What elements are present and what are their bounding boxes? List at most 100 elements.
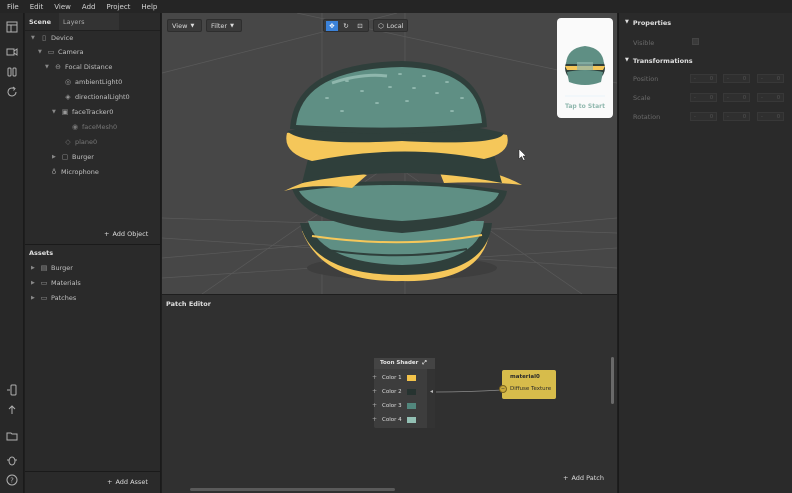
scene-viewport[interactable]: View ▼ Filter ▼ ✥ ↻ ⊡ ⬡ Local Tap to Sta… <box>162 13 617 294</box>
chevron-right-icon[interactable]: ▶ <box>31 265 37 271</box>
tree-item-facemesh0[interactable]: ◉ faceMesh0 <box>62 120 117 134</box>
menu-project[interactable]: Project <box>106 3 130 11</box>
tree-item-burger[interactable]: ▶ ▢ Burger <box>52 150 94 164</box>
tree-item-focal-distance[interactable]: ▼ ⊖ Focal Distance <box>45 60 112 74</box>
chevron-right-icon[interactable]: ▶ <box>31 280 37 286</box>
properties-header[interactable]: ▼ Properties <box>625 19 671 27</box>
layout-icon[interactable] <box>6 21 18 33</box>
transformations-title: Transformations <box>632 57 693 65</box>
color-2-swatch[interactable] <box>407 388 416 395</box>
svg-text:?: ? <box>10 477 14 485</box>
help-icon[interactable]: ? <box>6 474 18 486</box>
scene-tabs: Scene Layers <box>25 13 160 31</box>
chevron-down-icon: ▼ <box>625 19 629 25</box>
scale-z-input[interactable]: -0 <box>757 93 784 102</box>
mesh-icon: ◉ <box>71 123 79 131</box>
tree-item-directionallight0[interactable]: ◈ directionalLight0 <box>55 90 129 104</box>
move-tool-icon[interactable]: ✥ <box>326 20 338 31</box>
tree-item-ambientlight0[interactable]: ◎ ambientLight0 <box>55 75 122 89</box>
asset-item-label: Burger <box>51 264 73 272</box>
color-3-label: Color 3 <box>382 402 402 409</box>
position-x-input[interactable]: -0 <box>690 74 717 83</box>
tree-item-label: Device <box>51 34 74 42</box>
menu-help[interactable]: Help <box>141 3 157 11</box>
input-port[interactable]: + <box>372 403 377 409</box>
device-preview[interactable]: Tap to Start <box>557 18 613 118</box>
tab-scene[interactable]: Scene <box>25 13 55 30</box>
visible-label: Visible <box>633 39 655 47</box>
tree-item-facetracker0[interactable]: ▼ ▣ faceTracker0 <box>52 105 113 119</box>
chevron-down-icon[interactable]: ▼ <box>52 109 58 115</box>
refresh-icon[interactable] <box>6 86 18 98</box>
scale-x-input[interactable]: -0 <box>690 93 717 102</box>
burger-model <box>284 61 522 282</box>
asset-item-materials[interactable]: ▶ ▭ Materials <box>31 276 81 290</box>
rotation-z-input[interactable]: -0 <box>757 112 784 121</box>
local-toggle[interactable]: ⬡ Local <box>373 19 408 32</box>
tree-item-microphone[interactable]: ♁ Microphone <box>41 165 98 179</box>
color-1-input[interactable]: + Color 1 <box>372 372 435 383</box>
expand-icon[interactable]: ⤢ <box>422 360 426 366</box>
scale-y-input[interactable]: -0 <box>723 93 750 102</box>
viewport-canvas[interactable] <box>162 13 617 294</box>
properties-title: Properties <box>632 19 672 27</box>
tree-item-label: faceMesh0 <box>82 123 118 131</box>
toon-shader-node[interactable]: Toon Shader ⤢ + Color 1 + Color 2 + Colo… <box>372 358 435 428</box>
chevron-down-icon[interactable]: ▼ <box>38 49 44 55</box>
menu-file[interactable]: File <box>7 3 19 11</box>
color-2-input[interactable]: + Color 2 <box>372 386 435 397</box>
color-4-swatch[interactable] <box>407 416 416 423</box>
tree-item-label: plane0 <box>75 138 98 146</box>
add-asset-button[interactable]: + Add Asset <box>107 478 148 486</box>
input-port[interactable]: − <box>499 385 507 393</box>
scale-tool-icon[interactable]: ⊡ <box>354 22 366 30</box>
material-node[interactable]: material0 − Diffuse Texture <box>499 370 556 399</box>
menu-edit[interactable]: Edit <box>30 3 44 11</box>
chevron-down-icon[interactable]: ▼ <box>45 64 51 70</box>
menu-view[interactable]: View <box>54 3 71 11</box>
tree-item-plane0[interactable]: ◇ plane0 <box>55 135 97 149</box>
position-z-input[interactable]: -0 <box>757 74 784 83</box>
patch-horizontal-scrollbar[interactable] <box>190 488 395 491</box>
upload-icon[interactable] <box>6 404 18 416</box>
input-port[interactable]: + <box>372 389 377 395</box>
face-tracker-icon: ▣ <box>61 108 69 116</box>
color-1-swatch[interactable] <box>407 374 416 381</box>
asset-item-patches[interactable]: ▶ ▭ Patches <box>31 291 76 305</box>
color-3-input[interactable]: + Color 3 <box>372 400 435 411</box>
bug-icon[interactable] <box>6 454 18 466</box>
add-patch-button[interactable]: + Add Patch <box>563 474 604 482</box>
menu-add[interactable]: Add <box>82 3 96 11</box>
transformations-header[interactable]: ▼ Transformations <box>625 57 693 65</box>
input-port[interactable]: + <box>372 417 377 423</box>
color-1-label: Color 1 <box>382 374 402 381</box>
material-node-title: material0 <box>510 374 540 380</box>
rotation-y-input[interactable]: -0 <box>723 112 750 121</box>
view-dropdown[interactable]: View ▼ <box>167 19 202 32</box>
output-port[interactable]: ◂ <box>430 388 433 395</box>
chevron-down-icon[interactable]: ▼ <box>31 35 37 41</box>
asset-item-burger[interactable]: ▶ ▤ Burger <box>31 261 73 275</box>
tree-item-camera[interactable]: ▼ ▭ Camera <box>38 45 84 59</box>
chevron-right-icon[interactable]: ▶ <box>31 295 37 301</box>
tree-item-device[interactable]: ▼ ▯ Device <box>31 31 73 45</box>
position-y-input[interactable]: -0 <box>723 74 750 83</box>
app-window: File Edit View Add Project Help ? Scene … <box>0 0 792 493</box>
color-2-label: Color 2 <box>382 388 402 395</box>
device-preview-icon[interactable] <box>6 384 18 396</box>
color-3-swatch[interactable] <box>407 402 416 409</box>
pause-icon[interactable] <box>6 66 18 78</box>
rotation-x-input[interactable]: -0 <box>690 112 717 121</box>
video-icon[interactable] <box>6 46 18 58</box>
tab-layers[interactable]: Layers <box>58 13 119 30</box>
patch-vertical-scrollbar[interactable] <box>611 357 614 404</box>
rotate-tool-icon[interactable]: ↻ <box>340 22 352 30</box>
add-object-button[interactable]: + Add Object <box>104 230 148 238</box>
patch-editor[interactable]: Patch Editor Toon Shader ⤢ + Color 1 + C… <box>162 295 617 493</box>
folder-icon[interactable] <box>6 430 18 442</box>
chevron-right-icon[interactable]: ▶ <box>52 154 58 160</box>
input-port[interactable]: + <box>372 375 377 381</box>
color-4-input[interactable]: + Color 4 <box>372 414 435 425</box>
filter-dropdown[interactable]: Filter ▼ <box>206 19 242 32</box>
visible-checkbox[interactable] <box>692 38 699 45</box>
